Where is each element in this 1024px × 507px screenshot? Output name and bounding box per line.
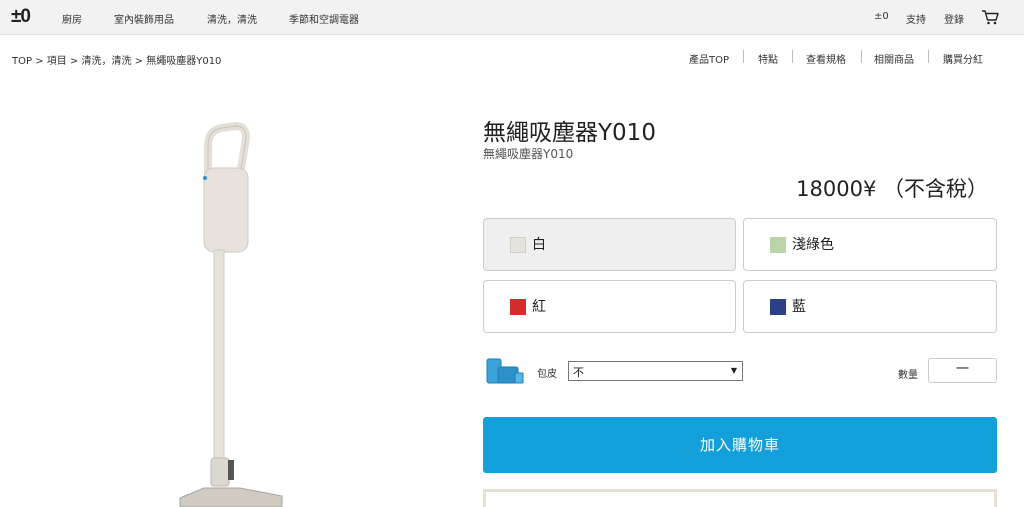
subnav-product-top[interactable]: 產品TOP xyxy=(689,51,729,66)
subnav-bonus[interactable]: 購買分紅 xyxy=(943,51,983,66)
color-label: 紅 xyxy=(532,299,546,315)
subnav-specs[interactable]: 查看規格 xyxy=(806,51,846,66)
nav-login-link[interactable]: 登錄 xyxy=(944,11,964,26)
color-swatch xyxy=(510,237,526,253)
breadcrumb[interactable]: TOP > 項目 > 清洗，清洗 > 無繩吸塵器Y010 xyxy=(12,52,221,67)
product-price: 18000¥ （不含稅） xyxy=(796,177,988,201)
brand-logo[interactable]: ±0 xyxy=(11,6,31,28)
product-image xyxy=(179,121,283,507)
cart-icon[interactable] xyxy=(981,9,999,25)
subnav-features[interactable]: 特點 xyxy=(758,51,778,66)
pouch-icon xyxy=(486,358,524,384)
color-swatch xyxy=(770,299,786,315)
subnav-related[interactable]: 相關商品 xyxy=(874,51,914,66)
pouch-select-value: 不 xyxy=(573,366,584,379)
color-option-blue[interactable]: 藍 xyxy=(743,280,997,333)
nav-support-link[interactable]: 支持 xyxy=(906,11,926,26)
color-label: 白 xyxy=(532,237,546,253)
chevron-down-icon: ▼ xyxy=(730,366,737,375)
color-option-light-green[interactable]: 淺綠色 xyxy=(743,218,997,271)
quantity-input[interactable]: 一 xyxy=(928,358,997,383)
nav-item-interior[interactable]: 室內裝飾用品 xyxy=(114,11,174,26)
subnav-divider xyxy=(743,50,744,63)
color-swatch xyxy=(770,237,786,253)
add-to-cart-button[interactable]: 加入購物車 xyxy=(483,417,997,473)
nav-item-seasonal[interactable]: 季節和空調電器 xyxy=(289,11,359,26)
color-swatch xyxy=(510,299,526,315)
color-label: 藍 xyxy=(792,299,806,315)
color-option-white[interactable]: 白 xyxy=(483,218,736,271)
info-box xyxy=(483,489,997,507)
product-title: 無繩吸塵器Y010 xyxy=(483,120,656,146)
pouch-select[interactable]: 不 ▼ xyxy=(568,361,743,381)
quantity-label: 數量 xyxy=(898,370,918,381)
subnav-divider xyxy=(861,50,862,63)
top-nav-bar: ±0 廚房 室內裝飾用品 清洗，清洗 季節和空調電器 ±0 支持 登錄 xyxy=(0,0,1024,35)
color-label: 淺綠色 xyxy=(792,237,834,253)
product-subtitle: 無繩吸塵器Y010 xyxy=(483,147,574,161)
subnav-divider xyxy=(928,50,929,63)
pouch-label: 包皮 xyxy=(537,369,557,380)
nav-brand-link[interactable]: ±0 xyxy=(874,11,889,22)
subnav-divider xyxy=(792,50,793,63)
nav-item-kitchen[interactable]: 廚房 xyxy=(62,11,82,26)
nav-item-cleaning[interactable]: 清洗，清洗 xyxy=(207,11,257,26)
color-option-red[interactable]: 紅 xyxy=(483,280,736,333)
